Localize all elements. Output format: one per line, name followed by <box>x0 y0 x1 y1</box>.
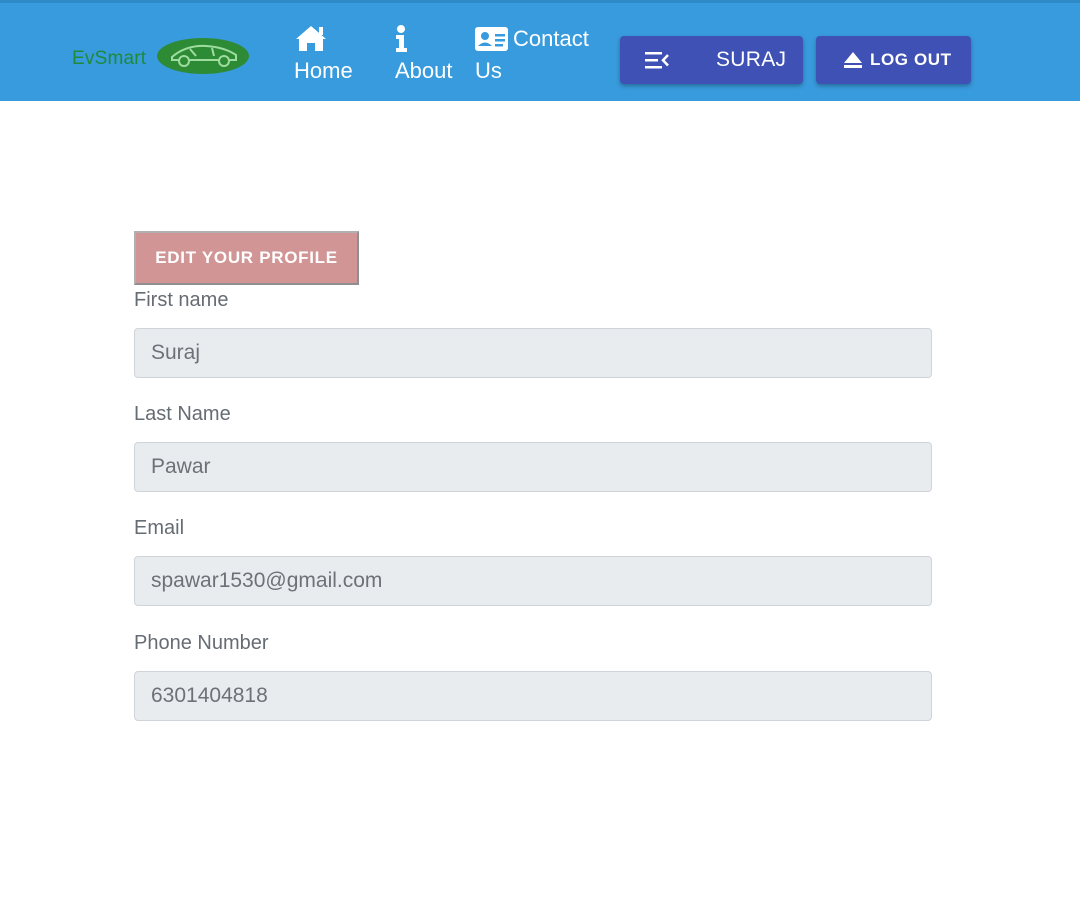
navbar: EvSmart Home About Contact Us SURAJ LOG … <box>0 0 1080 101</box>
phone-number-field[interactable] <box>134 671 932 721</box>
nav-contact-label-line1: Contact <box>513 26 589 51</box>
logout-label: LOG OUT <box>870 50 952 69</box>
first-name-field[interactable] <box>134 328 932 378</box>
nav-about-label: About <box>395 58 453 83</box>
brand-name: EvSmart <box>72 47 147 69</box>
email-label: Email <box>134 517 185 539</box>
nav-contact-link[interactable]: Contact Us <box>475 23 600 87</box>
nav-contact-label-line2: Us <box>475 58 502 83</box>
id-card-icon <box>475 25 508 53</box>
phone-number-label: Phone Number <box>134 632 269 654</box>
last-name-label: Last Name <box>134 403 231 425</box>
nav-home-link[interactable]: Home <box>294 23 353 87</box>
brand[interactable]: EvSmart <box>72 37 250 80</box>
home-icon <box>294 23 353 55</box>
info-icon <box>395 23 453 55</box>
last-name-field[interactable] <box>134 442 932 492</box>
email-field[interactable] <box>134 556 932 606</box>
menu-collapse-icon <box>644 50 670 70</box>
user-menu-button[interactable]: SURAJ <box>620 36 803 84</box>
nav-home-label: Home <box>294 58 353 83</box>
eject-icon <box>843 50 863 70</box>
logout-button[interactable]: LOG OUT <box>816 36 971 84</box>
first-name-label: First name <box>134 289 229 311</box>
nav-about-link[interactable]: About <box>395 23 453 87</box>
edit-profile-button[interactable]: EDIT YOUR PROFILE <box>134 231 359 285</box>
user-name: SURAJ <box>716 48 787 71</box>
car-logo-icon <box>156 37 250 80</box>
